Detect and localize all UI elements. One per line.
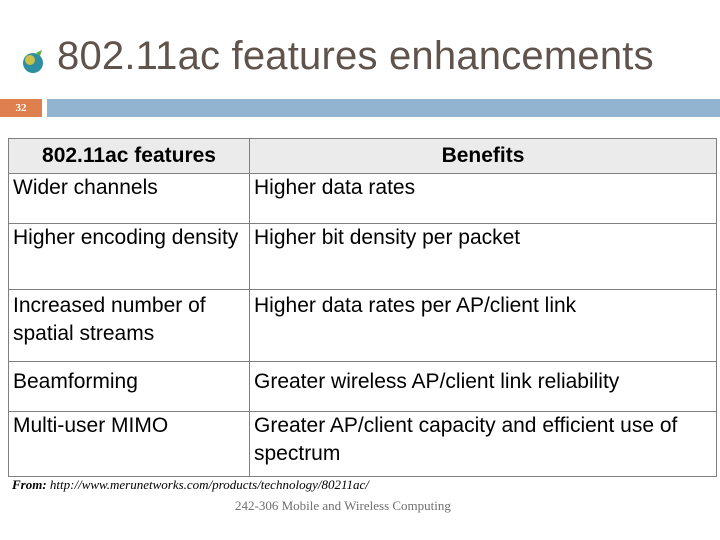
course-footer: 242-306 Mobile and Wireless Computing — [235, 498, 451, 513]
benefit-cell: Higher bit density per packet — [249, 223, 717, 290]
feature-cell: Increased number of spatial streams — [8, 289, 250, 362]
table-row: Increased number of spatial streams High… — [8, 289, 717, 362]
feature-cell: Higher encoding density — [8, 223, 250, 290]
benefit-cell: Greater AP/client capacity and efficient… — [249, 411, 717, 477]
features-table: 802.11ac features Benefits Wider channel… — [8, 138, 717, 477]
table-header-row: 802.11ac features Benefits — [8, 138, 717, 174]
slide-number: 32 — [0, 99, 42, 117]
benefit-cell: Greater wireless AP/client link reliabil… — [249, 361, 717, 412]
source-label: From: — [12, 477, 47, 492]
header-bar — [47, 99, 720, 117]
source-url[interactable]: http://www.merunetworks.com/products/tec… — [47, 477, 369, 492]
column-header-benefits: Benefits — [249, 138, 717, 174]
table-row: Higher encoding density Higher bit densi… — [8, 223, 717, 290]
table-row: Multi-user MIMO Greater AP/client capaci… — [8, 411, 717, 477]
feature-cell: Multi-user MIMO — [8, 411, 250, 477]
table-row: Wider channels Higher data rates — [8, 173, 717, 224]
globe-logo-icon — [10, 42, 46, 78]
column-header-features: 802.11ac features — [8, 138, 250, 174]
slide-title: 802.11ac features enhancements — [57, 34, 654, 78]
benefit-cell: Higher data rates per AP/client link — [249, 289, 717, 362]
table-row: Beamforming Greater wireless AP/client l… — [8, 361, 717, 412]
feature-cell: Beamforming — [8, 361, 250, 412]
source-citation: From: http://www.merunetworks.com/produc… — [12, 477, 369, 493]
benefit-cell: Higher data rates — [249, 173, 717, 224]
feature-cell: Wider channels — [8, 173, 250, 224]
